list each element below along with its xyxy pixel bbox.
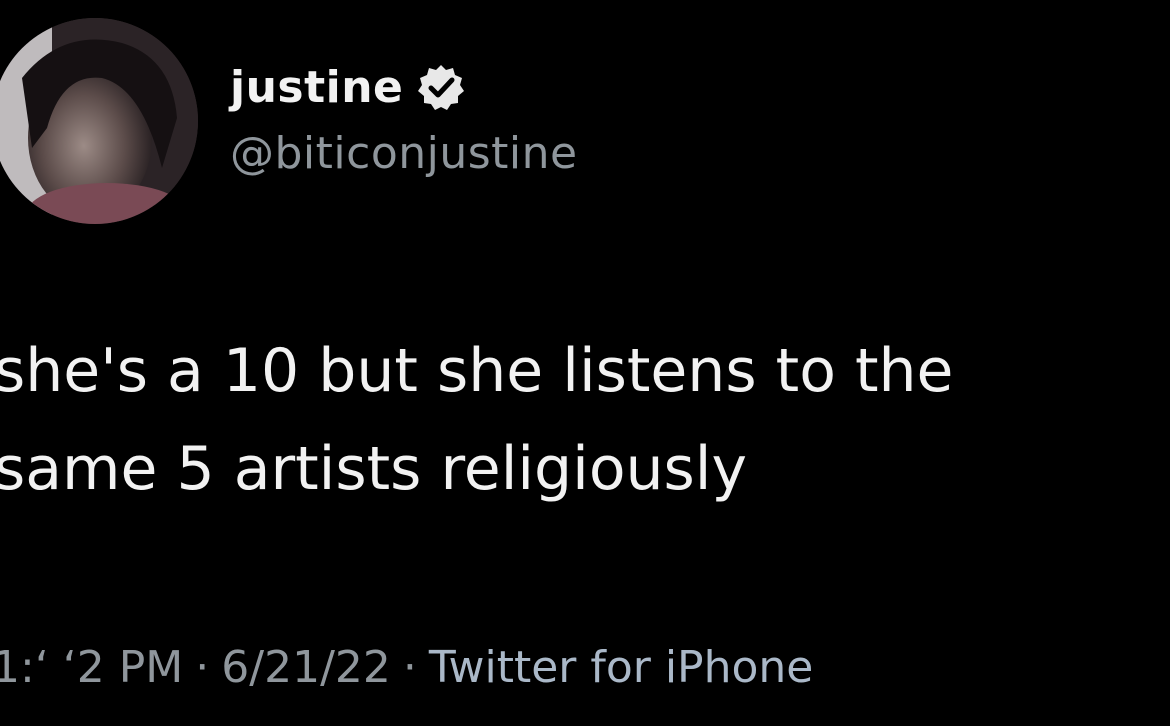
user-handle[interactable]: @biticonjustine (230, 128, 578, 179)
tweet-date[interactable]: 6/21/22 (221, 642, 391, 693)
meta-separator: · (195, 641, 210, 693)
tweet-meta: 1:‘ ‘2 PM · 6/21/22 · Twitter for iPhone (0, 632, 813, 702)
author-names: justine @biticonjustine (230, 56, 578, 180)
tweet-time[interactable]: 1:‘ ‘2 PM (0, 642, 183, 693)
display-name[interactable]: justine (230, 62, 403, 113)
avatar[interactable] (0, 18, 198, 224)
meta-separator: · (402, 641, 417, 693)
tweet-text: she's a 10 but she listens to the same 5… (0, 336, 954, 504)
verified-check-icon (417, 63, 465, 111)
tweet-card: justine @biticonjustine she's a 10 but s… (0, 0, 1170, 726)
display-name-row: justine (230, 56, 578, 118)
tweet-header: justine @biticonjustine (0, 18, 1170, 228)
avatar-photo (0, 18, 198, 224)
tweet-source-link[interactable]: Twitter for iPhone (429, 642, 813, 693)
